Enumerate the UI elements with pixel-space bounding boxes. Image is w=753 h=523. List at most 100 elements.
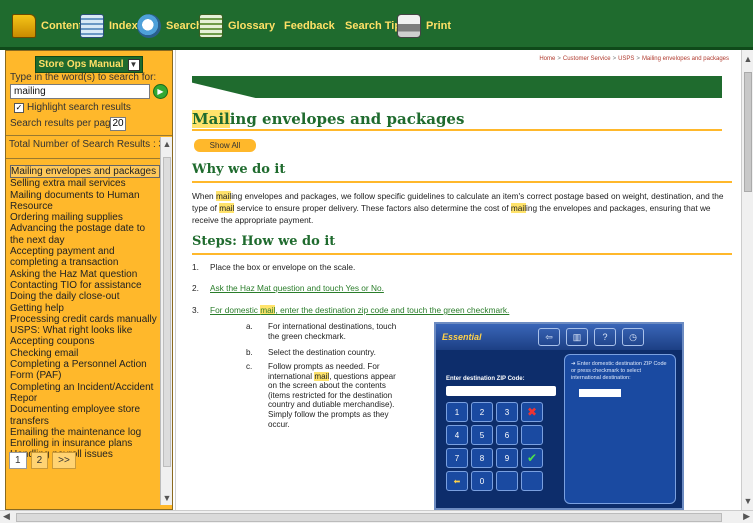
list-item[interactable]: Getting help [10,303,160,314]
list-item[interactable]: USPS: What right looks like [10,325,160,336]
contents-button[interactable]: Contents [12,14,89,38]
feedback-button[interactable]: Feedback [284,14,335,38]
key: 1 [446,402,468,422]
pos-header: Essential ⇦ ▥ ? ◷ [436,324,682,350]
list-item[interactable]: Doing the daily close-out [10,291,160,302]
print-button[interactable]: Print [397,14,451,38]
list-item[interactable]: Mailing documents to Human Resource [10,190,160,213]
list-item[interactable]: Accepting coupons [10,336,160,347]
search-button[interactable]: Search [137,14,203,38]
go-arrow-icon[interactable]: ▶ [153,84,168,99]
glossary-button[interactable]: Glossary [199,14,275,38]
key: 3 [496,402,518,422]
search-highlight: mail [314,371,330,381]
substep-letter: b. [246,348,253,357]
key: 9 [496,448,518,468]
pos-info-text: ➜ Enter domestic destination ZIP Code or… [571,361,667,381]
substep-letter: c. [246,362,253,371]
results-scrollbar[interactable]: ▲ ▼ [160,137,172,505]
list-item[interactable]: Processing credit cards manually [10,314,160,325]
step-number: 2. [192,283,199,293]
substep-text: For international destinations, touch th… [268,322,397,341]
highlight-label: Highlight search results [27,102,131,113]
scroll-thumb[interactable] [16,513,722,522]
list-item[interactable]: Selling extra mail services [10,178,160,189]
manual-select-label: Store Ops Manual [38,59,124,70]
haz-mat-link[interactable]: Ask the Haz Mat question and touch Yes o… [210,283,384,293]
list-item[interactable]: Advancing the postage date to the next d… [10,223,160,246]
page-1-button[interactable]: 1 [9,452,27,469]
scroll-up-icon[interactable]: ▲ [161,139,173,149]
printer-icon [397,14,421,38]
scroll-right-icon[interactable]: ▶ [743,511,750,522]
per-page-input[interactable]: 20 [110,117,126,131]
search-prompt: Type in the word(s) to search for: [10,72,157,83]
domestic-mail-link[interactable]: For domestic mail, enter the destination… [210,305,509,315]
zip-field [446,386,556,396]
results-list: Mailing envelopes and packages Selling e… [10,165,160,461]
scroll-down-icon[interactable]: ▼ [161,493,173,503]
content-scrollbar[interactable]: ▲ ▼ [741,50,753,510]
key: 0 [471,471,493,491]
search-highlight: mail [510,203,527,213]
substep-letter: a. [246,322,253,331]
show-all-button[interactable]: Show All [194,139,256,152]
pos-info-panel: ➜ Enter domestic destination ZIP Code or… [564,354,676,504]
breadcrumb-customer-service[interactable]: Customer Service [563,56,611,62]
next-pages-button[interactable]: >> [52,452,76,469]
key: 2 [471,402,493,422]
steps-heading: Steps: How we do it [192,234,336,249]
breadcrumb-usps[interactable]: USPS [618,56,634,62]
key: 6 [496,425,518,445]
keypad: 1 2 3 ✖ 4 5 6 7 8 9 ✔ ⬅ 0 [446,402,543,491]
folder-icon [12,14,36,38]
key: 5 [471,425,493,445]
list-item[interactable]: Ordering mailing supplies [10,212,160,223]
search-input[interactable]: mailing [10,84,150,99]
scroll-thumb[interactable] [163,157,171,467]
manual-select[interactable]: Store Ops Manual ▼ [35,56,143,73]
breadcrumb-sep: > [636,56,640,62]
chevron-down-icon[interactable]: ▼ [127,58,140,71]
breadcrumb: Home > Customer Service > USPS > Mailing envel… [539,56,729,62]
breadcrumb-current: Mailing envelopes and packages [641,56,729,62]
list-item[interactable]: Checking email [10,348,160,359]
list-item[interactable]: Completing an Incident/Accident Repor [10,382,160,405]
list-item[interactable]: Emailing the maintenance log [10,427,160,438]
list-item[interactable]: Documenting employee store transfers [10,404,160,427]
back-arrow-icon: ⇦ [538,328,560,346]
step-number: 1. [192,262,199,272]
title-rest: ing envelopes and packages [229,110,465,128]
link-text: , enter the destination zip code and tou… [275,305,510,315]
horizontal-scrollbar[interactable]: ◀ ▶ [0,510,753,523]
list-item[interactable]: Mailing envelopes and packages [10,165,160,179]
list-item[interactable]: Completing a Personnel Action Form (PAF) [10,359,160,382]
breadcrumb-sep: > [612,56,617,62]
pos-brand: Essential [442,332,482,342]
page-2-button[interactable]: 2 [30,452,49,469]
scroll-down-icon[interactable]: ▼ [742,496,753,506]
print-label: Print [426,20,452,32]
index-icon [80,14,104,38]
key-blank [496,471,518,491]
step-text: Place the box or envelope on the scale. [210,262,356,272]
breadcrumb-sep: > [557,56,561,62]
list-item[interactable]: Contacting TIO for assistance [10,280,160,291]
list-item[interactable]: Enrolling in insurance plans [10,438,160,449]
list-item[interactable]: Asking the Haz Mat question [10,269,160,280]
scroll-left-icon[interactable]: ◀ [3,511,10,522]
toolbar: Contents Index Search Glossary Feedback … [0,0,753,50]
index-button[interactable]: Index [80,14,138,38]
key: 7 [446,448,468,468]
scroll-thumb[interactable] [744,72,752,192]
help-icon: ? [594,328,616,346]
list-item[interactable]: Accepting payment and completing a trans… [10,246,160,269]
substep-c: c. Follow prompts as needed. For internat… [246,362,406,429]
search-highlight: mail [260,305,276,315]
highlight-checkbox[interactable]: ✓ [14,103,24,113]
breadcrumb-home[interactable]: Home [539,56,555,62]
search-highlight: mail [219,203,235,213]
scroll-up-icon[interactable]: ▲ [742,54,753,64]
page-title: Mailing envelopes and packages [192,110,464,128]
why-paragraph: When mailing envelopes and packages, we … [192,190,732,226]
